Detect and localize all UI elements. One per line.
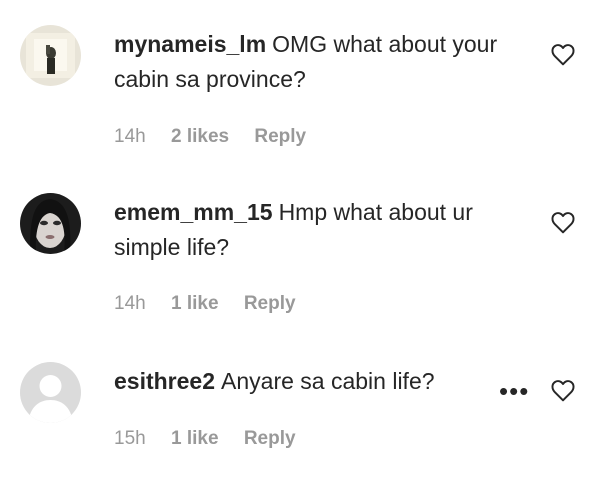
- reply-button[interactable]: Reply: [244, 428, 296, 449]
- more-options-icon[interactable]: •••: [499, 378, 529, 404]
- heart-outline-icon[interactable]: [550, 42, 576, 66]
- comment-like-count[interactable]: 1 like: [171, 428, 219, 449]
- comment-body: emem_mm_15 Hmp what about ur simple life?: [114, 195, 534, 265]
- default-avatar-icon: [20, 362, 81, 423]
- comment-timestamp[interactable]: 14h: [114, 126, 146, 147]
- reply-button[interactable]: Reply: [254, 126, 306, 147]
- profile-photo-icon: [20, 25, 81, 86]
- comment-meta: 15h 1 like Reply: [114, 428, 316, 450]
- comment-like-count[interactable]: 2 likes: [171, 126, 229, 147]
- profile-photo-icon: [20, 193, 81, 254]
- comment-timestamp[interactable]: 14h: [114, 293, 146, 314]
- comment-body: mynameis_lm OMG what about your cabin sa …: [114, 27, 534, 97]
- heart-outline-icon[interactable]: [550, 378, 576, 402]
- comment-username[interactable]: emem_mm_15: [114, 199, 273, 225]
- comment-text: Anyare sa cabin life?: [221, 368, 435, 394]
- comment-like-count[interactable]: 1 like: [171, 293, 219, 314]
- comment-username[interactable]: esithree2: [114, 368, 215, 394]
- comment-body: esithree2 Anyare sa cabin life?: [114, 364, 534, 399]
- avatar[interactable]: [20, 25, 81, 86]
- comment-meta: 14h 2 likes Reply: [114, 126, 326, 148]
- comment-username[interactable]: mynameis_lm: [114, 31, 266, 57]
- comment-meta: 14h 1 like Reply: [114, 293, 316, 315]
- avatar[interactable]: [20, 193, 81, 254]
- avatar[interactable]: [20, 362, 81, 423]
- heart-outline-icon[interactable]: [550, 210, 576, 234]
- reply-button[interactable]: Reply: [244, 293, 296, 314]
- comment-timestamp[interactable]: 15h: [114, 428, 146, 449]
